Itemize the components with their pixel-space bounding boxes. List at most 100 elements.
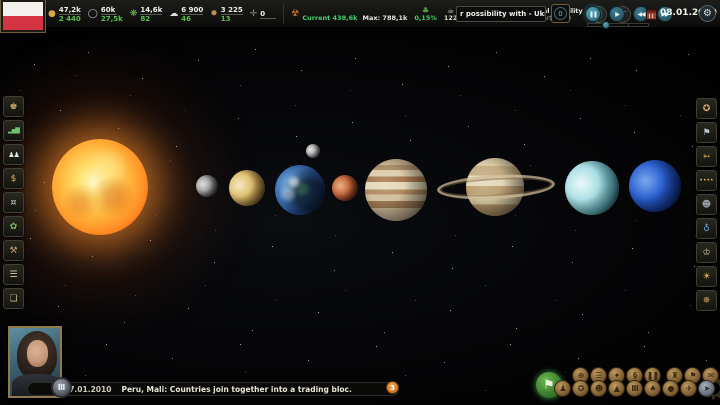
- pause-button[interactable]: ❚❚: [585, 6, 601, 22]
- delegation-icon: ⚑: [702, 128, 710, 138]
- chart-icon: ▲: [614, 384, 619, 393]
- sidebar-item-more-options[interactable]: ••••: [696, 170, 717, 191]
- game-speed-slider[interactable]: [587, 23, 649, 27]
- sun[interactable]: [52, 139, 148, 235]
- resource-materials[interactable]: ◯ 60k27,5k: [88, 6, 123, 23]
- advisor-face: [27, 340, 48, 367]
- sidebar-item-messages[interactable]: ➳: [696, 146, 717, 167]
- sun-icon: ☀: [702, 272, 710, 282]
- planet-mars[interactable]: [332, 175, 358, 201]
- sidebar-item-economy[interactable]: ▂▅▇: [3, 120, 24, 141]
- shortcut-coin-12[interactable]: ▲: [608, 380, 625, 397]
- medal-icon: ✪: [578, 384, 584, 393]
- shortcut-coin-17[interactable]: ➤: [698, 380, 715, 397]
- sidebar-item-records[interactable]: ❏: [3, 288, 24, 309]
- settings-button[interactable]: ⚙: [699, 5, 716, 22]
- money-bag-icon: $: [11, 174, 17, 184]
- sidebar-item-delegations[interactable]: ⚑: [696, 122, 717, 143]
- manpower-indicator[interactable]: ☢ Current 438,6k Max: 788,1k: [291, 5, 407, 24]
- minister-icon: ♔: [702, 248, 710, 258]
- slider-handle[interactable]: [602, 21, 610, 29]
- shortcut-coin-11[interactable]: ☻: [590, 380, 607, 397]
- medal-icon: ✪: [703, 104, 711, 114]
- people-icon: ♟♟: [8, 150, 19, 160]
- resource-gas[interactable]: ☁ 6 90046: [169, 6, 203, 23]
- shortcut-coin-16[interactable]: ✈: [680, 380, 697, 397]
- sidebar-item-space[interactable]: ✵: [696, 290, 717, 311]
- factory-icon: ⚒: [9, 246, 17, 256]
- dots-icon: ••••: [699, 176, 713, 186]
- resource-energy[interactable]: ❋ 14,6k82: [130, 6, 162, 23]
- divider: [283, 4, 284, 24]
- globe-grid-icon: ⊕: [578, 371, 584, 380]
- scroll-icon: ☰: [9, 270, 17, 280]
- resource-money[interactable]: ● 47,2k2 440: [48, 6, 81, 23]
- resource-value: 47,2k: [59, 6, 81, 15]
- ring-icon: ◯: [88, 10, 98, 19]
- shortcut-coin-9[interactable]: ♟: [554, 380, 571, 397]
- arrow-icon: ➤: [704, 384, 710, 393]
- resource-value: 60k: [101, 6, 117, 15]
- sidebar-item-energy[interactable]: ☀: [696, 266, 717, 287]
- resource-value: 0: [260, 10, 276, 19]
- crosshair-icon: ✛: [250, 10, 258, 19]
- shortcut-coin-14[interactable]: ♠: [644, 380, 661, 397]
- saturn-ring: [436, 172, 555, 202]
- orb-icon: ●: [668, 384, 674, 393]
- country-flag-poland[interactable]: [1, 0, 45, 32]
- news-count-badge[interactable]: 3: [386, 381, 399, 394]
- sidebar-item-trade[interactable]: ¤: [3, 192, 24, 213]
- alert-ticker[interactable]: r possibility with - Ukraine: [456, 6, 546, 22]
- pause-icon: ❚❚: [589, 11, 597, 18]
- columns-icon: Ⅲ: [631, 384, 638, 393]
- planet-uranus[interactable]: [565, 161, 619, 215]
- sidebar-item-laws[interactable]: ☰: [3, 264, 24, 285]
- shield-icon: ♠: [649, 384, 655, 393]
- resource-delta: 27,5k: [101, 15, 123, 23]
- alert-count-button[interactable]: 0: [551, 4, 570, 23]
- play-button[interactable]: ▶: [609, 6, 625, 22]
- sidebar-item-ministers[interactable]: ♔: [696, 242, 717, 263]
- pause-bars-icon: ❚❚: [647, 371, 658, 380]
- sidebar-item-head-of-state[interactable]: ♚: [3, 96, 24, 117]
- plane-icon: ✈: [686, 384, 692, 393]
- manpower-current: Current 438,6k: [302, 14, 357, 22]
- cloud-icon: ☁: [169, 10, 178, 19]
- resource-targets[interactable]: ✛ 0: [250, 10, 277, 19]
- shortcut-coin-15[interactable]: ●: [662, 380, 679, 397]
- growth-indicator[interactable]: ♣ 0,15%: [414, 6, 437, 22]
- manpower-max: Max: 788,1k: [363, 14, 408, 22]
- globe-icon: ♁: [703, 224, 710, 234]
- tower-icon: ♜: [671, 371, 677, 380]
- bank-columns-icon: Ⅲ: [58, 383, 66, 392]
- planet-earth[interactable]: [275, 165, 325, 215]
- resource-value: 14,6k: [140, 6, 162, 15]
- news-text: Peru, Mali: Countries join together into…: [121, 385, 351, 394]
- sidebar-item-achievements[interactable]: ✪: [696, 98, 717, 119]
- news-ticker[interactable]: 07.01.2010 Peru, Mali: Countries join to…: [27, 382, 399, 396]
- shortcut-coin-13[interactable]: Ⅲ: [626, 380, 643, 397]
- planet-mercury[interactable]: [196, 175, 218, 197]
- flag-icon: ⚑: [689, 371, 695, 380]
- sidebar-item-treasury[interactable]: $: [3, 168, 24, 189]
- resource-value: 6 900: [181, 6, 203, 15]
- planet-neptune[interactable]: [629, 160, 681, 212]
- shortcut-coin-10[interactable]: ✪: [572, 380, 589, 397]
- spark-icon: ❋: [130, 10, 138, 19]
- sidebar-item-intelligence[interactable]: ☻: [696, 194, 717, 215]
- sidebar-item-prestige[interactable]: ✿: [3, 216, 24, 237]
- planet-venus[interactable]: [229, 170, 265, 206]
- currency-icon: §: [633, 371, 636, 380]
- slider-segment: [629, 24, 648, 26]
- bank-badge-button[interactable]: Ⅲ: [51, 377, 72, 398]
- play-icon: ▶: [615, 11, 619, 18]
- sidebar-item-industry[interactable]: ⚒: [3, 240, 24, 261]
- rewind-icon: ◀◀: [637, 11, 644, 18]
- planet-jupiter[interactable]: [365, 159, 427, 221]
- moon[interactable]: [306, 144, 320, 158]
- sidebar-item-world[interactable]: ♁: [696, 218, 717, 239]
- mushroom-cloud-icon: ☢: [291, 9, 299, 19]
- resource-ordnance[interactable]: ✸ 3 22513: [210, 6, 242, 23]
- spy-icon: ☻: [702, 200, 711, 210]
- sidebar-item-population[interactable]: ♟♟: [3, 144, 24, 165]
